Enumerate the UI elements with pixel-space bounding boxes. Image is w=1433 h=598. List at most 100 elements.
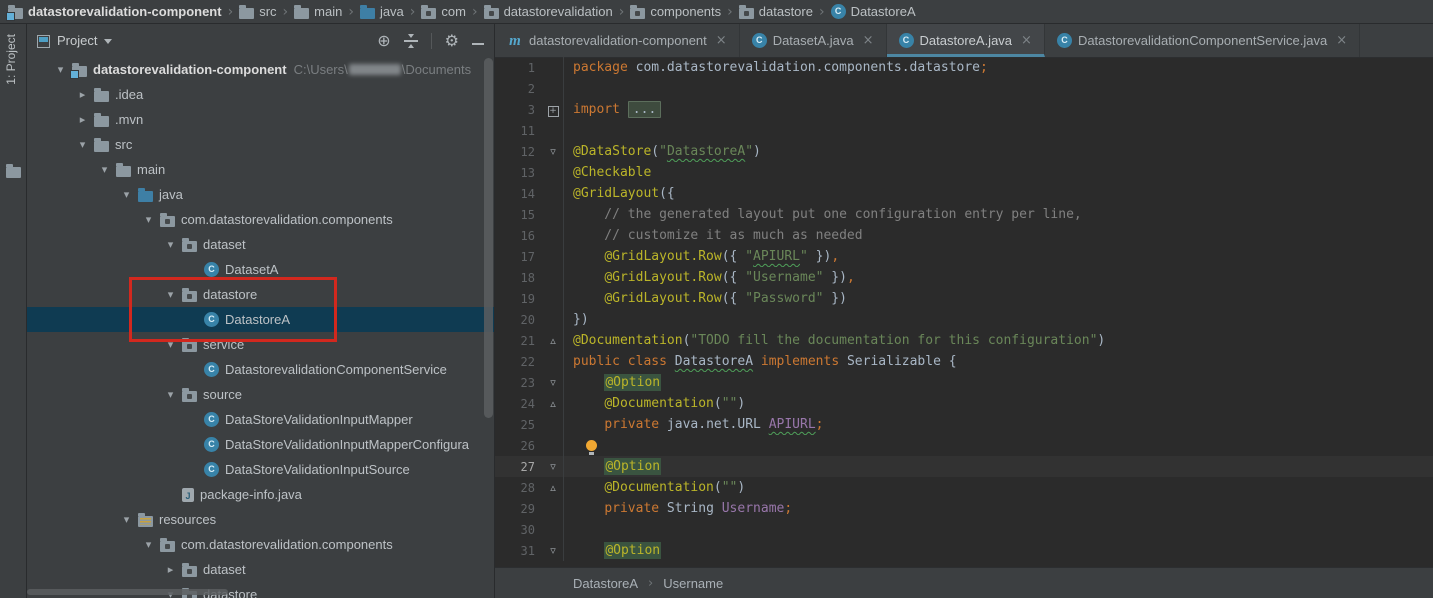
line-number[interactable]: 16 <box>495 229 543 243</box>
tree-item-resources[interactable]: ▾resources <box>27 507 494 532</box>
line-number[interactable]: 1 <box>495 61 543 75</box>
tree-item-service[interactable]: ▾service <box>27 332 494 357</box>
tab-DatasetA.java[interactable]: CDatasetA.java× <box>740 24 887 57</box>
tab-DatastorevalidationComponentService.java[interactable]: CDatastorevalidationComponentService.jav… <box>1045 24 1360 57</box>
line-number[interactable]: 25 <box>495 418 543 432</box>
tree-item-main[interactable]: ▾main <box>27 157 494 182</box>
hide-panel-icon[interactable] <box>472 43 484 45</box>
nav-item-datastore[interactable]: datastore <box>739 4 813 19</box>
code-text[interactable]: }) <box>563 309 1433 330</box>
line-number[interactable]: 2 <box>495 82 543 96</box>
code-line-18[interactable]: 18 @GridLayout.Row({ "Username" }), <box>495 267 1433 288</box>
breadcrumb-item-Username[interactable]: Username <box>663 576 723 591</box>
tree-item-dataset[interactable]: ▸dataset <box>27 557 494 582</box>
nav-item-datastorevalidation-component[interactable]: datastorevalidation-component <box>8 4 222 19</box>
expand-arrow-icon[interactable]: ▾ <box>75 138 90 151</box>
tree-item-DatastoreA[interactable]: CDatastoreA <box>27 307 494 332</box>
line-number[interactable]: 29 <box>495 502 543 516</box>
tree-item-DataStoreValidationInputMapperConfigura[interactable]: CDataStoreValidationInputMapperConfigura <box>27 432 494 457</box>
line-number[interactable]: 20 <box>495 313 543 327</box>
nav-item-main[interactable]: main <box>294 4 342 19</box>
nav-item-com[interactable]: com <box>421 4 466 19</box>
code-editor[interactable]: 1package com.datastorevalidation.compone… <box>495 57 1433 568</box>
code-line-25[interactable]: 25 private java.net.URL APIURL; <box>495 414 1433 435</box>
code-text[interactable]: // the generated layout put one configur… <box>563 204 1433 225</box>
code-text[interactable]: import ... <box>563 99 1433 120</box>
line-number[interactable]: 13 <box>495 166 543 180</box>
code-text[interactable] <box>563 519 1433 540</box>
collapse-all-icon[interactable] <box>404 34 418 48</box>
close-icon[interactable]: × <box>1336 33 1347 48</box>
nav-item-datastorevalidation[interactable]: datastorevalidation <box>484 4 613 19</box>
code-text[interactable]: @Option <box>563 540 1433 561</box>
code-line-20[interactable]: 20}) <box>495 309 1433 330</box>
breadcrumb-item-DatastoreA[interactable]: DatastoreA <box>573 576 638 591</box>
nav-item-components[interactable]: components <box>630 4 721 19</box>
code-text[interactable]: @Documentation("") <box>563 393 1433 414</box>
tab-datastorevalidation-component[interactable]: mdatastorevalidation-component× <box>495 24 740 57</box>
expand-arrow-icon[interactable]: ▾ <box>97 163 112 176</box>
collapse-arrow-icon[interactable]: ▸ <box>75 88 90 101</box>
collapse-arrow-icon[interactable]: ▸ <box>163 563 178 576</box>
tree-item-java[interactable]: ▾java <box>27 182 494 207</box>
tree-item-source[interactable]: ▾source <box>27 382 494 407</box>
line-number[interactable]: 18 <box>495 271 543 285</box>
expand-arrow-icon[interactable]: ▾ <box>141 538 156 551</box>
code-line-17[interactable]: 17 @GridLayout.Row({ "APIURL" }), <box>495 246 1433 267</box>
line-number[interactable]: 3 <box>495 103 543 117</box>
tree-item-datastorevalidation-component[interactable]: ▾datastorevalidation-componentC:\Users\\… <box>27 57 494 82</box>
expand-arrow-icon[interactable]: ▾ <box>141 213 156 226</box>
code-line-2[interactable]: 2 <box>495 78 1433 99</box>
line-number[interactable]: 15 <box>495 208 543 222</box>
tab-DatastoreA.java[interactable]: CDatastoreA.java× <box>887 24 1045 57</box>
tree-item-com.datastorevalidation.components[interactable]: ▾com.datastorevalidation.components <box>27 207 494 232</box>
project-tool-window-button[interactable]: 1: Project <box>4 34 18 85</box>
chevron-down-icon[interactable] <box>104 39 112 44</box>
fold-marker-icon[interactable]: ▿ <box>543 145 563 159</box>
fold-marker-icon[interactable]: ▵ <box>543 481 563 495</box>
line-number[interactable]: 31 <box>495 544 543 558</box>
expand-arrow-icon[interactable]: ▾ <box>163 238 178 251</box>
vertical-scrollbar-thumb[interactable] <box>484 58 493 418</box>
line-number[interactable]: 30 <box>495 523 543 537</box>
code-text[interactable]: @GridLayout.Row({ "APIURL" }), <box>563 246 1433 267</box>
expand-arrow-icon[interactable]: ▾ <box>53 63 68 76</box>
tree-item-DatastorevalidationComponentService[interactable]: CDatastorevalidationComponentService <box>27 357 494 382</box>
code-line-22[interactable]: 22public class DatastoreA implements Ser… <box>495 351 1433 372</box>
code-line-12[interactable]: 12▿@DataStore("DatastoreA") <box>495 141 1433 162</box>
line-number[interactable]: 26 <box>495 439 543 453</box>
code-line-19[interactable]: 19 @GridLayout.Row({ "Password" }) <box>495 288 1433 309</box>
expand-arrow-icon[interactable]: ▾ <box>119 188 134 201</box>
locate-icon[interactable]: ⊕ <box>377 33 390 49</box>
code-text[interactable]: @GridLayout({ <box>563 183 1433 204</box>
horizontal-scrollbar-thumb[interactable] <box>27 589 228 595</box>
folded-region[interactable]: ... <box>628 101 661 118</box>
line-number[interactable]: 23 <box>495 376 543 390</box>
code-text[interactable]: @GridLayout.Row({ "Username" }), <box>563 267 1433 288</box>
code-line-16[interactable]: 16 // customize it as much as needed <box>495 225 1433 246</box>
line-number[interactable]: 12 <box>495 145 543 159</box>
line-number[interactable]: 11 <box>495 124 543 138</box>
code-line-14[interactable]: 14@GridLayout({ <box>495 183 1433 204</box>
code-line-15[interactable]: 15 // the generated layout put one confi… <box>495 204 1433 225</box>
line-number[interactable]: 27 <box>495 460 543 474</box>
close-icon[interactable]: × <box>716 33 727 48</box>
settings-gear-icon[interactable]: ⚙ <box>445 33 459 49</box>
line-number[interactable]: 21 <box>495 334 543 348</box>
tree-item-package-info.java[interactable]: Jpackage-info.java <box>27 482 494 507</box>
code-text[interactable]: public class DatastoreA implements Seria… <box>563 351 1433 372</box>
code-line-24[interactable]: 24▵ @Documentation("") <box>495 393 1433 414</box>
close-icon[interactable]: × <box>863 33 874 48</box>
code-line-26[interactable]: 26 <box>495 435 1433 456</box>
expand-arrow-icon[interactable]: ▾ <box>163 388 178 401</box>
code-line-29[interactable]: 29 private String Username; <box>495 498 1433 519</box>
line-number[interactable]: 28 <box>495 481 543 495</box>
nav-item-src[interactable]: src <box>239 4 276 19</box>
code-text[interactable]: @GridLayout.Row({ "Password" }) <box>563 288 1433 309</box>
code-line-23[interactable]: 23▿ @Option <box>495 372 1433 393</box>
code-text[interactable]: @DataStore("DatastoreA") <box>563 141 1433 162</box>
code-line-21[interactable]: 21▵@Documentation("TODO fill the documen… <box>495 330 1433 351</box>
fold-marker-icon[interactable]: ▿ <box>543 544 563 558</box>
close-icon[interactable]: × <box>1021 33 1032 48</box>
code-text[interactable] <box>563 435 1433 456</box>
